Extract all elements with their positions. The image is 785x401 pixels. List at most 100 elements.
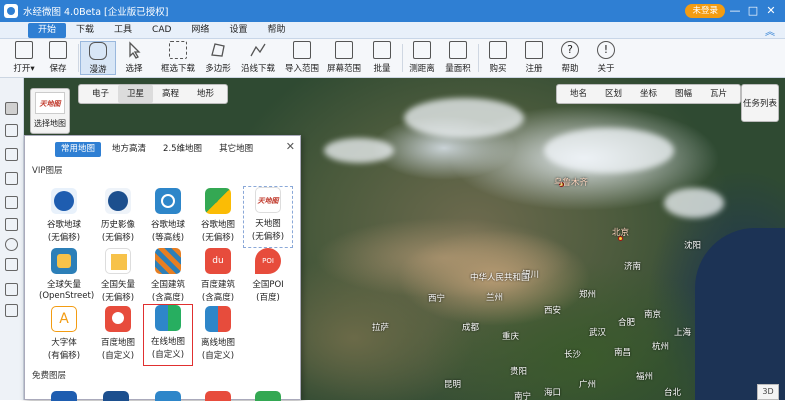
- hand-tool-icon[interactable]: [5, 102, 18, 115]
- tile-history-image[interactable]: 历史影像 (无偏移): [93, 188, 143, 250]
- tile-offline-custom[interactable]: 离线地图 (自定义): [193, 306, 243, 368]
- task-list-button[interactable]: 任务列表: [741, 84, 779, 122]
- select-button[interactable]: 选择: [116, 41, 152, 75]
- online-custom-icon: [155, 305, 181, 331]
- measure-distance-button[interactable]: 测距离: [404, 41, 440, 75]
- import-range-icon: [293, 41, 311, 59]
- export-tool-icon[interactable]: [5, 304, 18, 317]
- rectangle-tool-icon[interactable]: [5, 218, 18, 231]
- tile-poi[interactable]: POI 全国POI (百度): [243, 248, 293, 310]
- polygon-tool-icon[interactable]: [5, 196, 18, 209]
- window-title: 水经微图 4.0Beta [企业版已授权]: [23, 7, 169, 18]
- panel-tab-25d[interactable]: 2.5维地图: [157, 142, 208, 157]
- open-label: 打开: [13, 64, 31, 74]
- circle-tool-icon[interactable]: [5, 238, 18, 251]
- tile-name: 全国POI: [252, 280, 284, 290]
- google-contour-icon: [155, 188, 181, 214]
- map-type-terrain[interactable]: 地形: [188, 85, 223, 103]
- tile-baidu-building[interactable]: du 百度建筑 (含高度): [193, 248, 243, 310]
- open-button[interactable]: 打开▾: [6, 41, 42, 75]
- minimize-button[interactable]: —: [727, 3, 743, 19]
- panel-tab-local-hd[interactable]: 地方高清: [106, 142, 152, 157]
- map-type-satellite[interactable]: 卫星: [118, 85, 154, 103]
- layer-tab-division[interactable]: 区划: [596, 85, 631, 103]
- map-type-elevation[interactable]: 高程: [153, 85, 188, 103]
- about-icon: !: [597, 41, 615, 59]
- layer-tab-coordinate[interactable]: 坐标: [631, 85, 666, 103]
- tile-note: (无偏移): [201, 233, 235, 243]
- tile-name: 全球矢量: [46, 280, 81, 290]
- place-nanning: 南宁: [514, 392, 532, 400]
- tile-name: 百度建筑: [200, 280, 235, 290]
- layer-tab-sheet[interactable]: 图幅: [666, 85, 701, 103]
- map-selector-button[interactable]: 天地图 选择地图: [30, 88, 70, 134]
- layer-tool-icon[interactable]: [5, 283, 18, 296]
- place-hangzhou: 杭州: [652, 342, 670, 352]
- tile-big-font[interactable]: A 大字体 (有偏移): [39, 306, 89, 368]
- ocean-area: [695, 228, 785, 400]
- tile-note: (OpenStreet): [39, 291, 95, 301]
- tianditu-icon: 天地图: [255, 187, 281, 213]
- panel-tab-common[interactable]: 常用地图: [55, 142, 102, 157]
- frame-download-button[interactable]: 框选下载: [158, 41, 198, 75]
- tile-note: (无偏移): [251, 232, 285, 242]
- menu-bar: 开始 下载 工具 CAD 网络 设置 帮助 ︽: [0, 22, 785, 39]
- close-button[interactable]: ✕: [763, 3, 779, 19]
- menu-tab-tools[interactable]: 工具: [104, 23, 142, 38]
- measure-area-button[interactable]: 量面积: [440, 41, 476, 75]
- menu-tab-settings[interactable]: 设置: [219, 23, 257, 38]
- place-beijing: 北京: [612, 228, 630, 238]
- text-tool-icon[interactable]: [5, 258, 18, 271]
- map-type-electronic[interactable]: 电子: [83, 85, 118, 103]
- toolbar: 打开▾ 保存 漫游 选择 框选下载 多边形 沿线下载 导入范围 屏幕范围 批量 …: [0, 39, 785, 78]
- tile-osm-vector[interactable]: 全球矢量 (OpenStreet): [39, 248, 95, 310]
- tile-name: 离线地图: [200, 338, 235, 348]
- pan-button[interactable]: 漫游: [80, 41, 116, 75]
- measure-area-label: 量面积: [445, 64, 471, 74]
- help-button[interactable]: ? 帮助: [552, 41, 588, 75]
- tile-national-vector[interactable]: 全国矢量 (无偏移): [93, 248, 143, 310]
- polyline-tool-icon[interactable]: [5, 172, 18, 185]
- batch-button[interactable]: 批量: [364, 41, 400, 75]
- measure-distance-label: 测距离: [409, 64, 435, 74]
- marker-tool-icon[interactable]: [5, 148, 18, 161]
- tile-building[interactable]: 全国建筑 (含高度): [143, 248, 193, 310]
- place-zhengzhou: 郑州: [579, 290, 597, 300]
- tile-note: (含高度): [151, 293, 185, 303]
- login-button[interactable]: 未登录: [685, 4, 725, 18]
- help-label: 帮助: [561, 64, 579, 74]
- about-button[interactable]: ! 关于: [588, 41, 624, 75]
- batch-label: 批量: [373, 64, 391, 74]
- layer-tab-tile[interactable]: 瓦片: [701, 85, 736, 103]
- line-download-button[interactable]: 沿线下载: [238, 41, 278, 75]
- pointer-tool-icon[interactable]: [5, 124, 18, 137]
- tile-name: 在线地图: [150, 337, 185, 347]
- import-range-button[interactable]: 导入范围: [282, 41, 322, 75]
- tile-tianditu[interactable]: 天地图 天地图 (无偏移): [243, 186, 293, 248]
- hand-icon: [89, 42, 107, 60]
- polygon-button[interactable]: 多边形: [200, 41, 236, 75]
- tile-online-custom[interactable]: 在线地图 (自定义): [143, 304, 193, 366]
- buy-button[interactable]: 购买: [480, 41, 516, 75]
- save-button[interactable]: 保存: [40, 41, 76, 75]
- layer-tab-placename[interactable]: 地名: [561, 85, 596, 103]
- menu-tab-start[interactable]: 开始: [28, 22, 67, 38]
- register-button[interactable]: 注册: [516, 41, 552, 75]
- tile-google-maps[interactable]: 谷歌地图 (无偏移): [193, 188, 243, 250]
- menu-tab-cad[interactable]: CAD: [142, 23, 181, 38]
- screen-range-button[interactable]: 屏幕范围: [324, 41, 364, 75]
- menu-tab-help[interactable]: 帮助: [257, 23, 295, 38]
- tile-baidu-custom[interactable]: 百度地图 (自定义): [93, 306, 143, 368]
- collapse-ribbon-icon[interactable]: ︽: [765, 23, 775, 38]
- panel-tab-other[interactable]: 其它地图: [213, 142, 259, 157]
- maximize-button[interactable]: □: [745, 3, 761, 19]
- panel-close-icon[interactable]: ✕: [286, 140, 295, 153]
- 3d-button[interactable]: 3D: [757, 384, 779, 400]
- tile-google-earth[interactable]: 谷歌地球 (无偏移): [39, 188, 89, 250]
- menu-tab-network[interactable]: 网络: [181, 23, 219, 38]
- about-label: 关于: [597, 64, 615, 74]
- big-font-icon: A: [51, 306, 77, 332]
- tile-google-contour[interactable]: 谷歌地球 (等高线): [143, 188, 193, 250]
- menu-tab-download[interactable]: 下载: [66, 23, 104, 38]
- open-dropdown-arrow[interactable]: ▾: [30, 64, 34, 74]
